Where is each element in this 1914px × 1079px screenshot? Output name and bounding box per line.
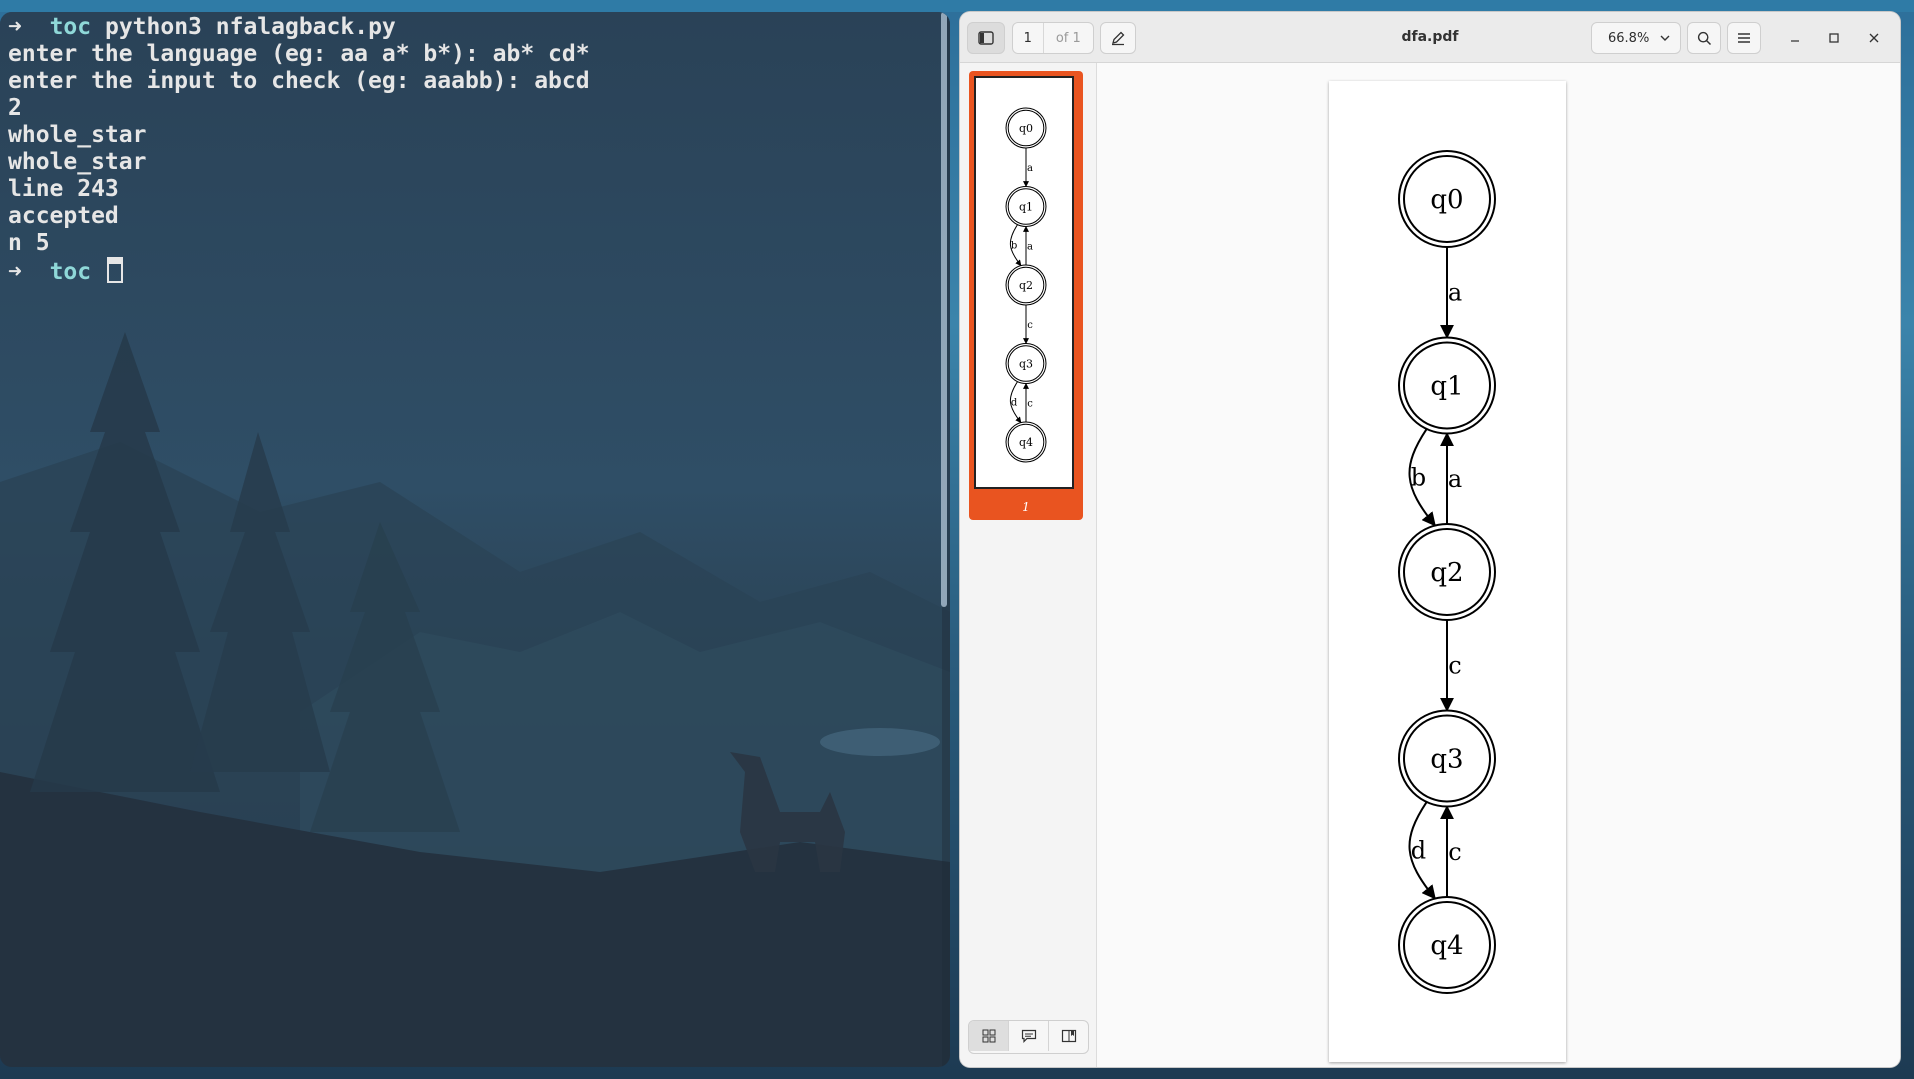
grid-icon	[982, 1029, 995, 1043]
state-label: q0	[1430, 185, 1463, 215]
automaton-diagram: ab acd cq0q1q2q3q4	[1398, 150, 1496, 994]
terminal-line: enter the input to check (eg: aaabb): ab…	[8, 68, 590, 94]
transition-label: c	[1448, 652, 1461, 680]
zoom-dropdown[interactable]: 66.8%	[1591, 22, 1681, 54]
page-number-input[interactable]: 1	[1013, 23, 1044, 53]
state-node: q1	[1398, 336, 1496, 435]
close-button[interactable]	[1862, 26, 1886, 50]
terminal-line: accepted	[8, 203, 119, 229]
state-node: q0	[1398, 150, 1496, 248]
terminal-line: enter the language (eg: aa a* b*): ab* c…	[8, 41, 590, 67]
transition-label: a	[1027, 163, 1033, 174]
pencil-icon	[1112, 31, 1125, 46]
bookmark-icon	[1061, 1029, 1076, 1043]
maximize-icon	[1829, 33, 1839, 43]
sidebar-toolbar	[968, 1020, 1089, 1054]
page-thumbnail-selected[interactable]: a b a c d c q0 q1 q2 q3 q4 1	[969, 71, 1083, 520]
header-bar: dfa.pdf 1 of 1 66.8%	[960, 12, 1900, 63]
terminal-output: ➜ toc python3 nfalagback.py enter the lan…	[8, 14, 590, 285]
terminal-cursor[interactable]	[106, 257, 123, 283]
prompt-directory: toc	[49, 259, 92, 285]
state-node: q2	[1005, 264, 1047, 306]
terminal-window[interactable]: ➜ toc python3 nfalagback.py enter the lan…	[0, 12, 950, 1067]
state-label: q3	[1430, 745, 1463, 775]
minimize-button[interactable]	[1783, 26, 1807, 50]
transition-label: c	[1448, 838, 1461, 866]
prompt-directory: toc	[49, 14, 92, 40]
chevron-down-icon	[1660, 35, 1670, 41]
annotations-tab[interactable]	[1009, 1021, 1049, 1051]
sidebar-toggle-icon	[978, 31, 994, 45]
state-node: q1	[1005, 186, 1047, 227]
transition-label: b	[1411, 463, 1426, 491]
state-label: q1	[1430, 372, 1463, 402]
state-label: q4	[1019, 436, 1033, 449]
terminal-scrollbar[interactable]	[941, 12, 947, 607]
bookmarks-tab[interactable]	[1049, 1021, 1088, 1051]
terminal-line[interactable]: ➜ toc	[8, 257, 590, 285]
state-node: q0	[1005, 107, 1047, 149]
zoom-level: 66.8%	[1608, 30, 1650, 46]
state-label: q2	[1430, 558, 1463, 588]
state-node: q2	[1398, 523, 1496, 621]
document-viewer-window[interactable]: dfa.pdf 1 of 1 66.8% a b a c d c q0 q1 q…	[960, 12, 1900, 1067]
page-count-label: of 1	[1055, 30, 1081, 46]
state-label: q0	[1019, 122, 1033, 135]
transition-label: b	[1011, 241, 1017, 252]
state-label: q4	[1430, 931, 1463, 961]
search-button[interactable]	[1687, 22, 1721, 54]
transition-label: d	[1411, 836, 1426, 864]
thumbnail-diagram: ab acd cq0q1q2q3q4	[1005, 107, 1047, 463]
state-label: q3	[1019, 357, 1033, 370]
close-icon	[1869, 33, 1879, 43]
terminal-line: ➜ toc python3 nfalagback.py	[8, 14, 590, 41]
state-label: q1	[1019, 200, 1033, 213]
terminal-line: 2	[8, 95, 22, 121]
transition-label: d	[1011, 398, 1018, 409]
transition-label: c	[1027, 398, 1033, 409]
minimize-icon	[1791, 40, 1799, 42]
thumbnails-tab[interactable]	[969, 1021, 1009, 1051]
maximize-button[interactable]	[1822, 26, 1846, 50]
terminal-line: whole_star	[8, 122, 147, 148]
comment-icon	[1021, 1029, 1036, 1043]
terminal-line: line 243	[8, 176, 119, 202]
thumbnail-page-label: 1	[1022, 500, 1030, 514]
transition-label: a	[1027, 241, 1033, 252]
state-label: q2	[1019, 279, 1033, 292]
terminal-line: whole_star	[8, 149, 147, 175]
prompt-arrow-icon: ➜	[8, 259, 22, 285]
state-node: q4	[1005, 421, 1047, 463]
transition-label: a	[1448, 279, 1462, 307]
sidebar-toggle-button[interactable]	[967, 22, 1005, 54]
hamburger-menu-icon	[1738, 33, 1750, 43]
desktop-background	[0, 0, 1914, 12]
page-number-entry[interactable]: 1 of 1	[1012, 22, 1094, 54]
state-node: q4	[1398, 896, 1496, 994]
main-menu-button[interactable]	[1727, 22, 1761, 54]
pdf-page: a b a c d c q0 q1 q2 q3 q4	[1329, 81, 1566, 1062]
terminal-line: n 5	[8, 230, 50, 256]
transition-label: a	[1448, 465, 1462, 493]
transition-label: c	[1027, 320, 1033, 331]
state-node: q3	[1398, 709, 1496, 808]
thumbnail-sidebar: a b a c d c q0 q1 q2 q3 q4 1	[960, 63, 1097, 1067]
prompt-arrow-icon: ➜	[8, 14, 22, 40]
command-text: python3 nfalagback.py	[104, 14, 396, 40]
annotate-button[interactable]	[1100, 22, 1136, 54]
search-icon	[1697, 31, 1711, 45]
state-node: q3	[1005, 343, 1047, 384]
thumbnail-page: a b a c d c q0 q1 q2 q3 q4	[974, 76, 1074, 489]
document-area[interactable]: a b a c d c q0 q1 q2 q3 q4	[1097, 63, 1900, 1067]
